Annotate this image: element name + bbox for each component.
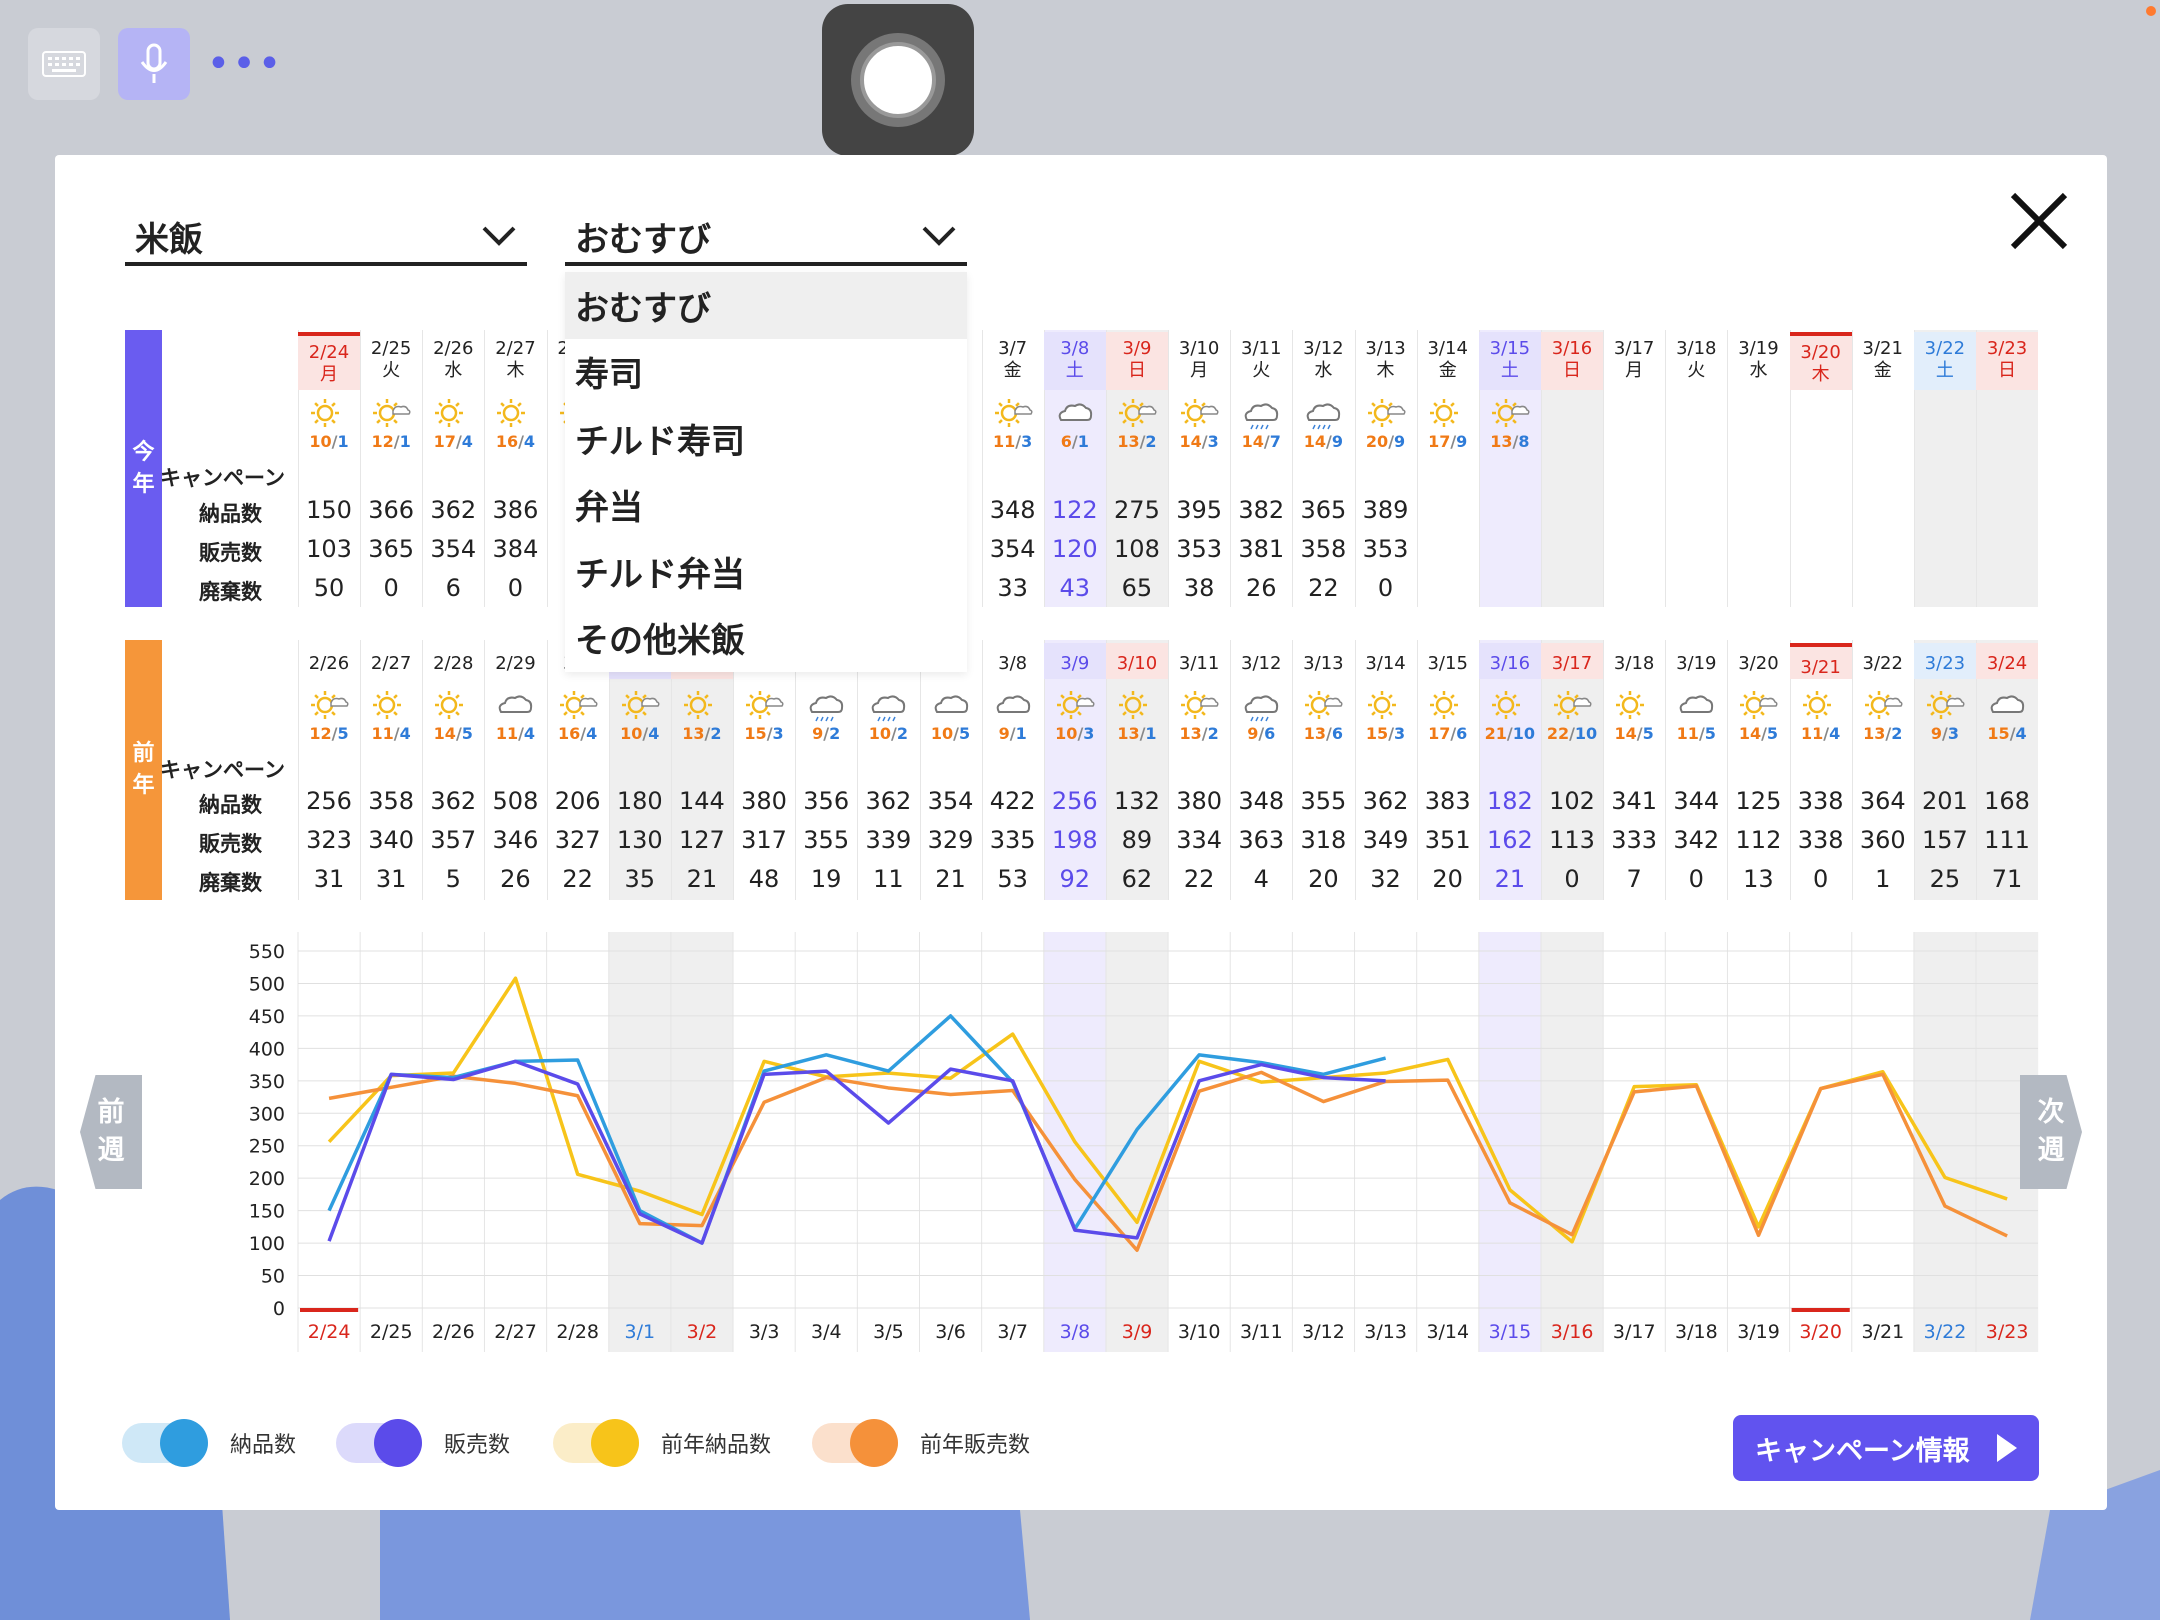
y-tick-label: 100 xyxy=(249,1233,285,1255)
y-tick-label: 0 xyxy=(273,1298,285,1320)
x-tick-label: 3/4 xyxy=(811,1321,842,1343)
chart-column-bg xyxy=(670,932,734,1352)
y-tick-label: 400 xyxy=(249,1038,285,1060)
y-tick-label: 300 xyxy=(249,1103,285,1125)
y-tick-label: 150 xyxy=(249,1201,285,1223)
campaign-info-button[interactable]: キャンペーン情報 xyxy=(1733,1415,2039,1481)
x-tick-label: 3/22 xyxy=(1924,1321,1967,1343)
x-tick-label: 2/25 xyxy=(370,1321,413,1343)
chart-column-bg xyxy=(1541,932,1604,1352)
x-tick-label: 3/13 xyxy=(1364,1321,1407,1343)
dropdown-item[interactable]: 弁当 xyxy=(565,472,967,539)
x-tick-label: 3/3 xyxy=(749,1321,780,1343)
y-tick-label: 350 xyxy=(249,1071,285,1093)
x-tick-label: 3/7 xyxy=(997,1321,1028,1343)
legend-prev-sales[interactable]: 前年販売数 xyxy=(812,1419,1030,1467)
x-tick-label: 3/2 xyxy=(687,1321,718,1343)
dropdown-item[interactable]: チルド寿司 xyxy=(565,405,967,472)
chart-column-bg xyxy=(1105,932,1169,1352)
dropdown-item[interactable]: チルド弁当 xyxy=(565,538,967,605)
dropdown-item[interactable]: 寿司 xyxy=(565,339,967,406)
x-tick-label: 3/20 xyxy=(1799,1321,1842,1343)
x-tick-label: 3/5 xyxy=(873,1321,904,1343)
legend-delivery[interactable]: 納品数 xyxy=(122,1419,296,1467)
x-tick-label: 3/18 xyxy=(1675,1321,1718,1343)
x-tick-label: 3/17 xyxy=(1613,1321,1656,1343)
x-tick-label: 3/8 xyxy=(1060,1321,1091,1343)
x-tick-label: 2/26 xyxy=(432,1321,475,1343)
x-tick-label: 3/16 xyxy=(1551,1321,1594,1343)
x-tick-label: 3/19 xyxy=(1737,1321,1780,1343)
dropdown-item[interactable]: おむすび xyxy=(565,272,967,339)
y-tick-label: 500 xyxy=(249,973,285,995)
y-tick-label: 250 xyxy=(249,1136,285,1158)
x-tick-label: 3/6 xyxy=(935,1321,966,1343)
x-tick-label: 3/15 xyxy=(1489,1321,1532,1343)
y-tick-label: 50 xyxy=(261,1266,285,1288)
dropdown-item[interactable]: その他米飯 xyxy=(565,605,967,672)
legend-sales[interactable]: 販売数 xyxy=(336,1419,510,1467)
play-icon xyxy=(1997,1434,2017,1462)
x-tick-label: 3/12 xyxy=(1302,1321,1345,1343)
x-tick-label: 2/27 xyxy=(494,1321,537,1343)
sales-chart: 0 50 100 150 200 250 300 350 400 450 500 550 2/24 2/2… xyxy=(125,932,2039,1352)
y-tick-label: 450 xyxy=(249,1006,285,1028)
x-tick-label: 3/21 xyxy=(1861,1321,1904,1343)
x-tick-label: 2/28 xyxy=(556,1321,599,1343)
legend-prev-delivery[interactable]: 前年納品数 xyxy=(553,1419,771,1467)
x-tick-label: 3/23 xyxy=(1986,1321,2029,1343)
x-tick-label: 3/11 xyxy=(1240,1321,1283,1343)
x-tick-label: 3/10 xyxy=(1178,1321,1221,1343)
chart-column-bg xyxy=(608,932,671,1352)
x-tick-label: 2/24 xyxy=(308,1321,351,1343)
y-tick-label: 550 xyxy=(249,941,285,963)
x-tick-label: 3/14 xyxy=(1426,1321,1469,1343)
subcategory-dropdown-menu: おむすび 寿司 チルド寿司 弁当 チルド弁当 その他米飯 xyxy=(565,272,967,672)
x-tick-label: 3/9 xyxy=(1122,1321,1153,1343)
y-tick-label: 200 xyxy=(249,1168,285,1190)
x-tick-label: 3/1 xyxy=(625,1321,656,1343)
